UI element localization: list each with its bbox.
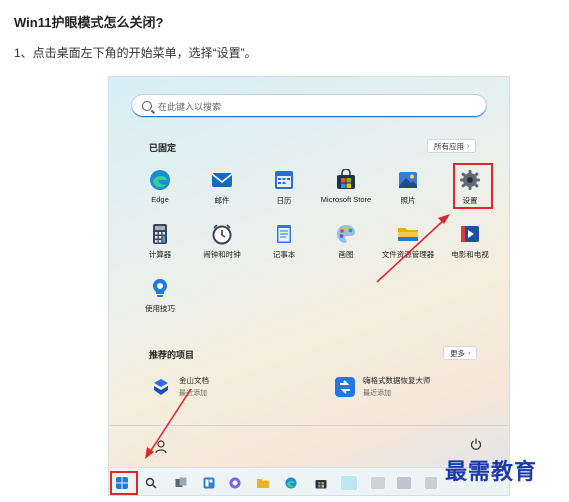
watermark-logo: 最需教育 [445,459,538,485]
arrow-to-settings [376,218,446,283]
article-step-text: 1、点击桌面左下角的开始菜单，选择“设置”。 [14,46,257,60]
article-title: Win11护眼模式怎么关闭? [14,15,164,30]
start-menu-screenshot: 在此键入以搜索 已固定 所有应用 › Edge 邮件 日历 Microsoft … [108,76,510,496]
arrow-to-start [149,388,192,453]
annotation-arrows [145,214,450,459]
arrow-head [438,214,450,224]
